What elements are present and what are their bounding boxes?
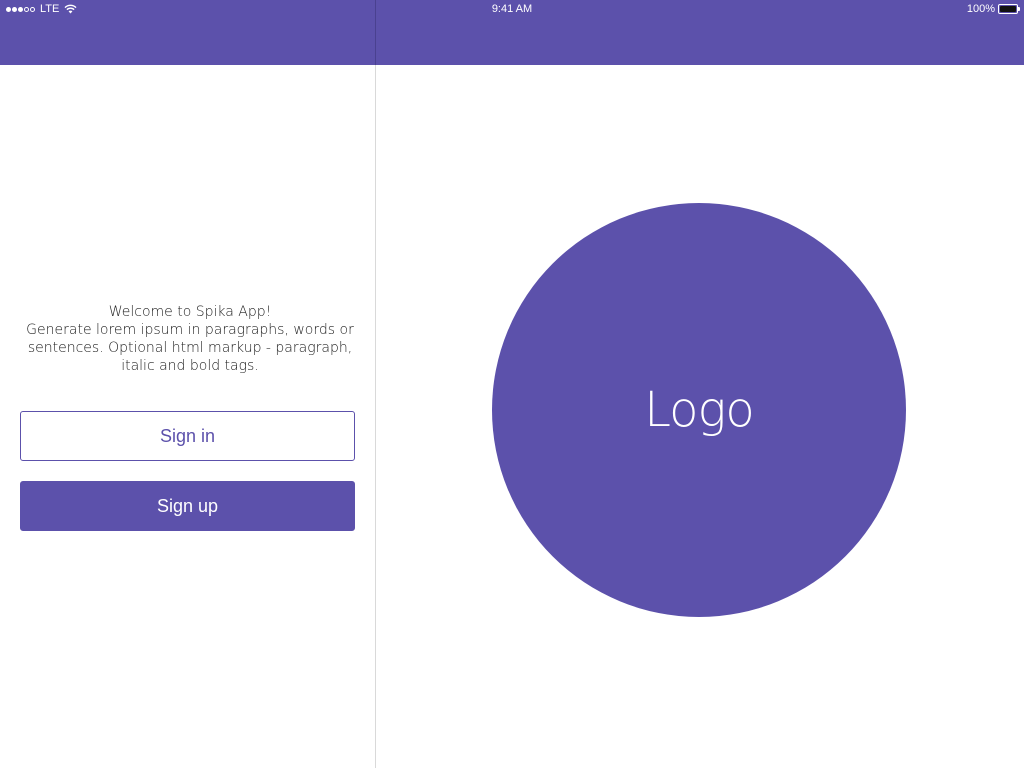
battery-fill [1000,6,1016,12]
status-time: 9:41 AM [491,3,533,15]
header-bar: LTE 9:41 AM 100% [0,0,1024,65]
left-panel: Welcome to Spika App! Generate lorem ips… [0,65,375,768]
sign-in-button[interactable]: Sign in [20,411,355,461]
welcome-title: Welcome to Spika App! [108,304,272,320]
right-panel: Logo [376,65,1024,768]
status-bar: LTE 9:41 AM 100% [0,0,1024,20]
logo-circle: Logo [492,203,906,617]
app-screen: LTE 9:41 AM 100% Welcome to Spika App! G… [0,0,1024,768]
battery-icon [998,4,1020,14]
sign-up-button[interactable]: Sign up [20,481,355,531]
welcome-body: Generate lorem ipsum in paragraphs, word… [26,322,354,374]
status-right: 100% [967,3,1020,15]
battery-body [998,4,1018,14]
logo-text: Logo [644,382,754,438]
welcome-text: Welcome to Spika App! Generate lorem ips… [20,303,360,375]
battery-tip [1018,7,1020,11]
battery-percent: 100% [966,3,995,15]
